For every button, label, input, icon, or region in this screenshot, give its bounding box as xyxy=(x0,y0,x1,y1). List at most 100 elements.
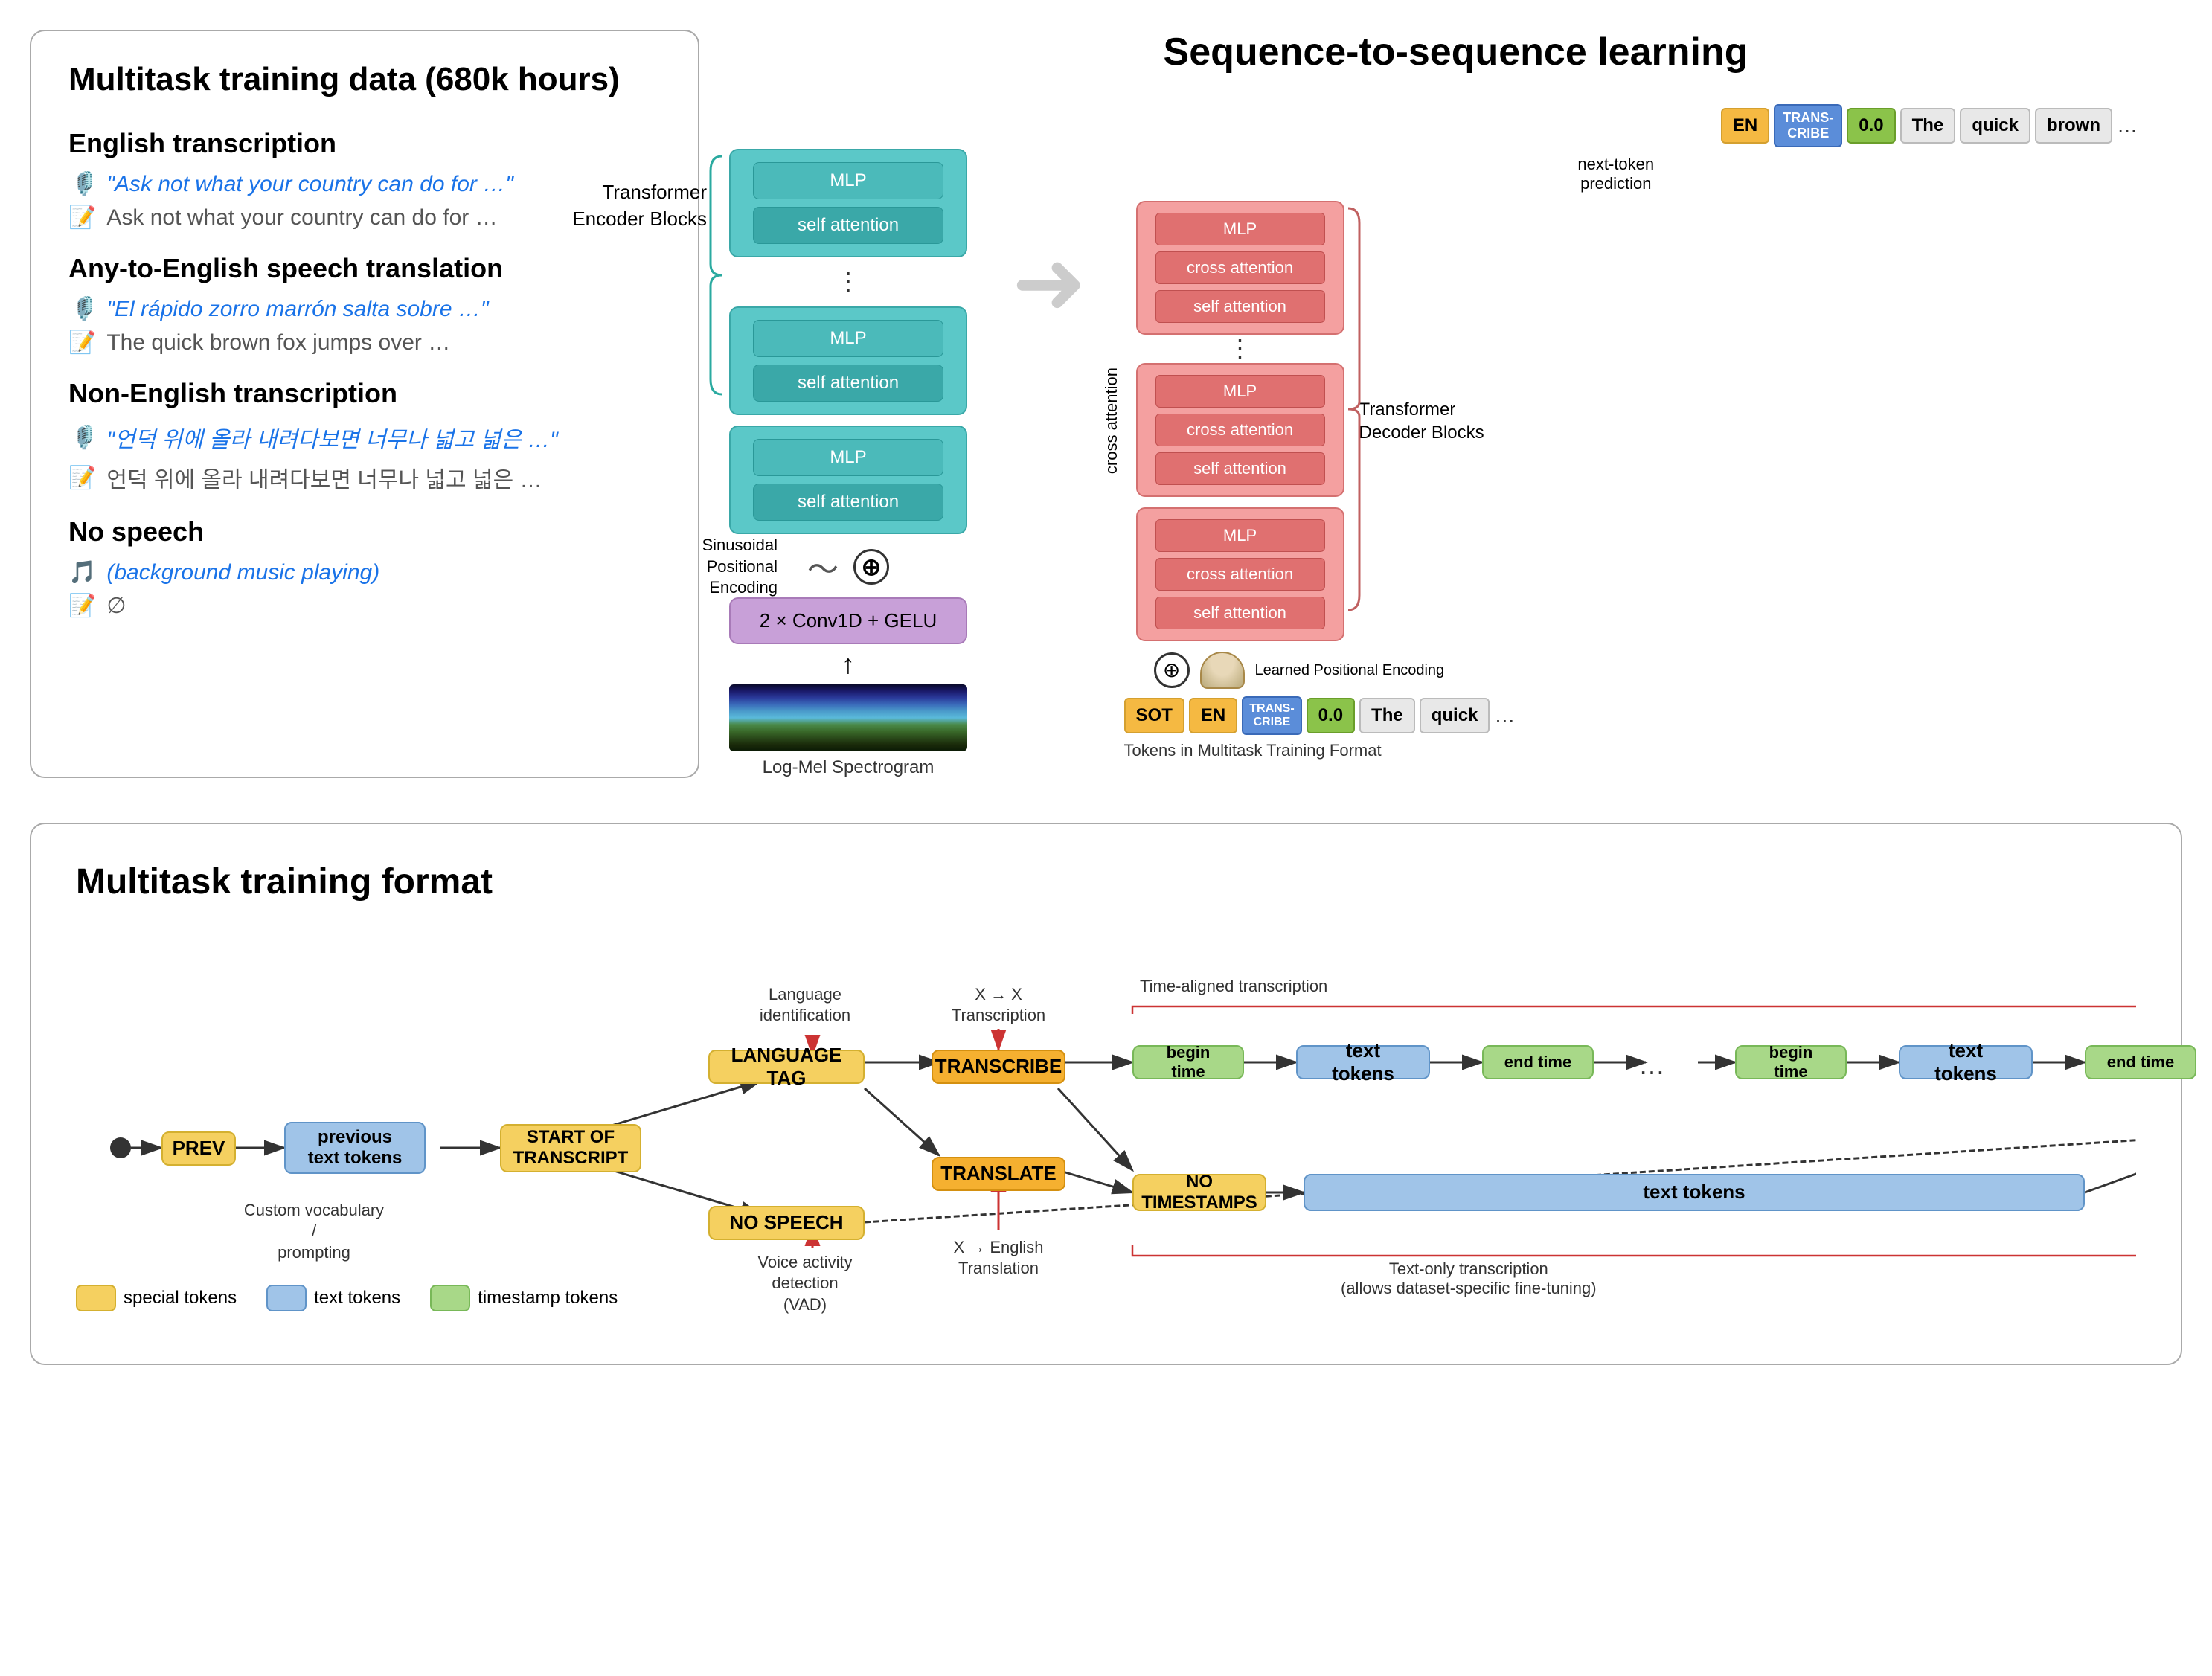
node-no-timestamps: NOTIMESTAMPS xyxy=(1132,1174,1266,1211)
encoder-selfattn-2: self attention xyxy=(753,365,943,402)
x2x-label: X → XTranscription xyxy=(924,984,1073,1027)
english-text-content: Ask not what your country can do for … xyxy=(106,205,497,231)
dec-mlp-3: MLP xyxy=(1155,519,1325,552)
red-brace-textonly xyxy=(1132,1245,2136,1256)
legend-timestamp-label: timestamp tokens xyxy=(478,1288,618,1309)
legend-text: text tokens xyxy=(266,1285,400,1311)
section-title-translation: Any-to-English speech translation xyxy=(68,253,661,284)
pencil-icon-4: 📝 xyxy=(68,593,96,619)
node-text-tokens-wide: text tokens xyxy=(1304,1174,2085,1211)
output-token-dots: … xyxy=(2117,114,2138,138)
output-token-en: EN xyxy=(1721,108,1769,144)
textonly-label: Text-only transcription(allows dataset-s… xyxy=(1341,1259,1597,1298)
cross-attention-label: cross attention xyxy=(1102,367,1121,474)
korean-text-item: 📝 언덕 위에 올라 내려다보면 너무나 넓고 넓은 … xyxy=(68,461,661,494)
encoder-blocks: MLP self attention ⋮ MLP self attention … xyxy=(729,149,967,534)
encoder-selfattn-1: self attention xyxy=(753,207,943,244)
english-audio-text: "Ask not what your country can do for …" xyxy=(106,172,513,197)
arrow-translate-notimestamps xyxy=(1058,1170,1132,1192)
dec-selfattn-3: self attention xyxy=(1155,597,1325,629)
decoder-label: TransformerDecoder Blocks xyxy=(1359,398,1508,444)
langid-label: Languageidentification xyxy=(731,984,879,1027)
nospeech-audio-text: (background music playing) xyxy=(106,560,379,585)
node-prev: PREV xyxy=(161,1131,236,1166)
conv-label: 2 × Conv1D + GELU xyxy=(760,609,937,632)
section-title-english: English transcription xyxy=(68,128,661,159)
add-symbol: ⊕ xyxy=(853,549,889,585)
encoder-block-3: MLP self attention xyxy=(729,426,967,534)
sinusoidal-label: SinusoidalPositionalEncoding xyxy=(599,535,778,599)
node-end-time-2: end time xyxy=(2085,1045,2196,1079)
empty-symbol: ∅ xyxy=(106,593,126,619)
english-translation-item: 📝 The quick brown fox jumps over … xyxy=(68,330,661,356)
dec-mlp-1: MLP xyxy=(1155,213,1325,245)
mic-icon-3: 🎙️ xyxy=(68,425,96,451)
node-text-tokens-1: text tokens xyxy=(1296,1045,1430,1079)
decoder-block-1: MLP cross attention self attention xyxy=(1136,201,1344,335)
node-prev-text: previoustext tokens xyxy=(284,1122,426,1174)
seq2seq-title: Sequence-to-sequence learning xyxy=(729,30,2182,74)
node-no-speech: NO SPEECH xyxy=(708,1206,865,1240)
customvocab-label: Custom vocabulary /prompting xyxy=(240,1200,388,1264)
output-token-quick: quick xyxy=(1960,108,2030,144)
output-token-time: 0.0 xyxy=(1847,108,1895,144)
legend-special-box xyxy=(76,1285,116,1311)
main-container: Multitask training data (680k hours) Eng… xyxy=(0,0,2212,1395)
legend-text-box xyxy=(266,1285,307,1311)
x2en-label: X → EnglishTranslation xyxy=(917,1237,1080,1280)
mic-icon-2: 🎙️ xyxy=(68,296,96,322)
dec-selfattn-2: self attention xyxy=(1155,452,1325,485)
dec-crossattn-1: cross attention xyxy=(1155,251,1325,284)
next-token-label: next-tokenprediction xyxy=(1094,155,2182,193)
node-transcribe: TRANSCRIBE xyxy=(932,1050,1065,1084)
learned-enc-row: ⊕ Learned Positional Encoding xyxy=(1154,652,2182,689)
big-arrow: ➜ xyxy=(1012,238,1087,327)
music-icon: 🎵 xyxy=(68,559,96,585)
vad-label: Voice activitydetection(VAD) xyxy=(723,1252,887,1316)
spectrogram-label: Log-Mel Spectrogram xyxy=(763,757,935,778)
encoder-mlp-1: MLP xyxy=(753,162,943,199)
encoder-label: TransformerEncoder Blocks xyxy=(543,179,707,233)
input-token-quick: quick xyxy=(1420,698,1490,733)
encoder-mlp-2: MLP xyxy=(753,320,943,357)
pencil-icon-3: 📝 xyxy=(68,465,96,491)
legend: special tokens text tokens timestamp tok… xyxy=(76,1285,618,1311)
start-dot xyxy=(110,1137,131,1158)
dec-crossattn-3: cross attention xyxy=(1155,558,1325,591)
tilde-symbol: 〜 xyxy=(807,545,839,590)
legend-text-label: text tokens xyxy=(314,1288,400,1309)
input-token-the: The xyxy=(1359,698,1415,733)
arrow-transcribe-notimestamps xyxy=(1058,1088,1132,1170)
add-symbol-2: ⊕ xyxy=(1154,652,1190,688)
node-begin-time-1: begintime xyxy=(1132,1045,1244,1079)
decoder-main-row: cross attention MLP cross attention self… xyxy=(1094,201,2182,641)
bottom-title: Multitask training format xyxy=(76,861,2136,902)
pencil-icon-2: 📝 xyxy=(68,330,96,356)
arrow-langtag-translate xyxy=(865,1088,939,1155)
cylinder-icon xyxy=(1200,652,1245,689)
decoder-brace xyxy=(1344,201,1367,617)
conv-block: 2 × Conv1D + GELU xyxy=(729,597,967,644)
encoder-mlp-3: MLP xyxy=(753,439,943,476)
learned-enc-label: Learned Positional Encoding xyxy=(1255,661,1445,680)
section-title-nospeech: No speech xyxy=(68,516,661,548)
output-token-transcribe: TRANS-CRIBE xyxy=(1774,104,1842,147)
section-title-nonenglish: Non-English transcription xyxy=(68,378,661,409)
nospeech-text-item: 📝 ∅ xyxy=(68,593,661,619)
encoder-dots: ⋮ xyxy=(836,272,860,292)
input-token-sot: SOT xyxy=(1124,698,1184,733)
decoder-dots: ⋮ xyxy=(1136,339,1344,359)
node-text-tokens-2: text tokens xyxy=(1899,1045,2033,1079)
node-start-transcript: START OFTRANSCRIPT xyxy=(500,1124,641,1172)
encoder-block-2: MLP self attention xyxy=(729,306,967,415)
format-diagram: Time-aligned transcription Languageident… xyxy=(76,940,2136,1326)
input-token-transcribe: TRANS-CRIBE xyxy=(1242,696,1301,735)
input-token-00: 0.0 xyxy=(1307,698,1355,733)
decoder-block-3: MLP cross attention self attention xyxy=(1136,507,1344,641)
node-translate: TRANSLATE xyxy=(932,1157,1065,1191)
input-token-dots: … xyxy=(1494,704,1515,728)
encoder-selfattn-3: self attention xyxy=(753,484,943,521)
output-tokens-row: EN TRANS-CRIBE 0.0 The quick brown … xyxy=(1094,104,2182,147)
node-begin-time-2: begintime xyxy=(1735,1045,1847,1079)
encoder-block-1: MLP self attention xyxy=(729,149,967,257)
